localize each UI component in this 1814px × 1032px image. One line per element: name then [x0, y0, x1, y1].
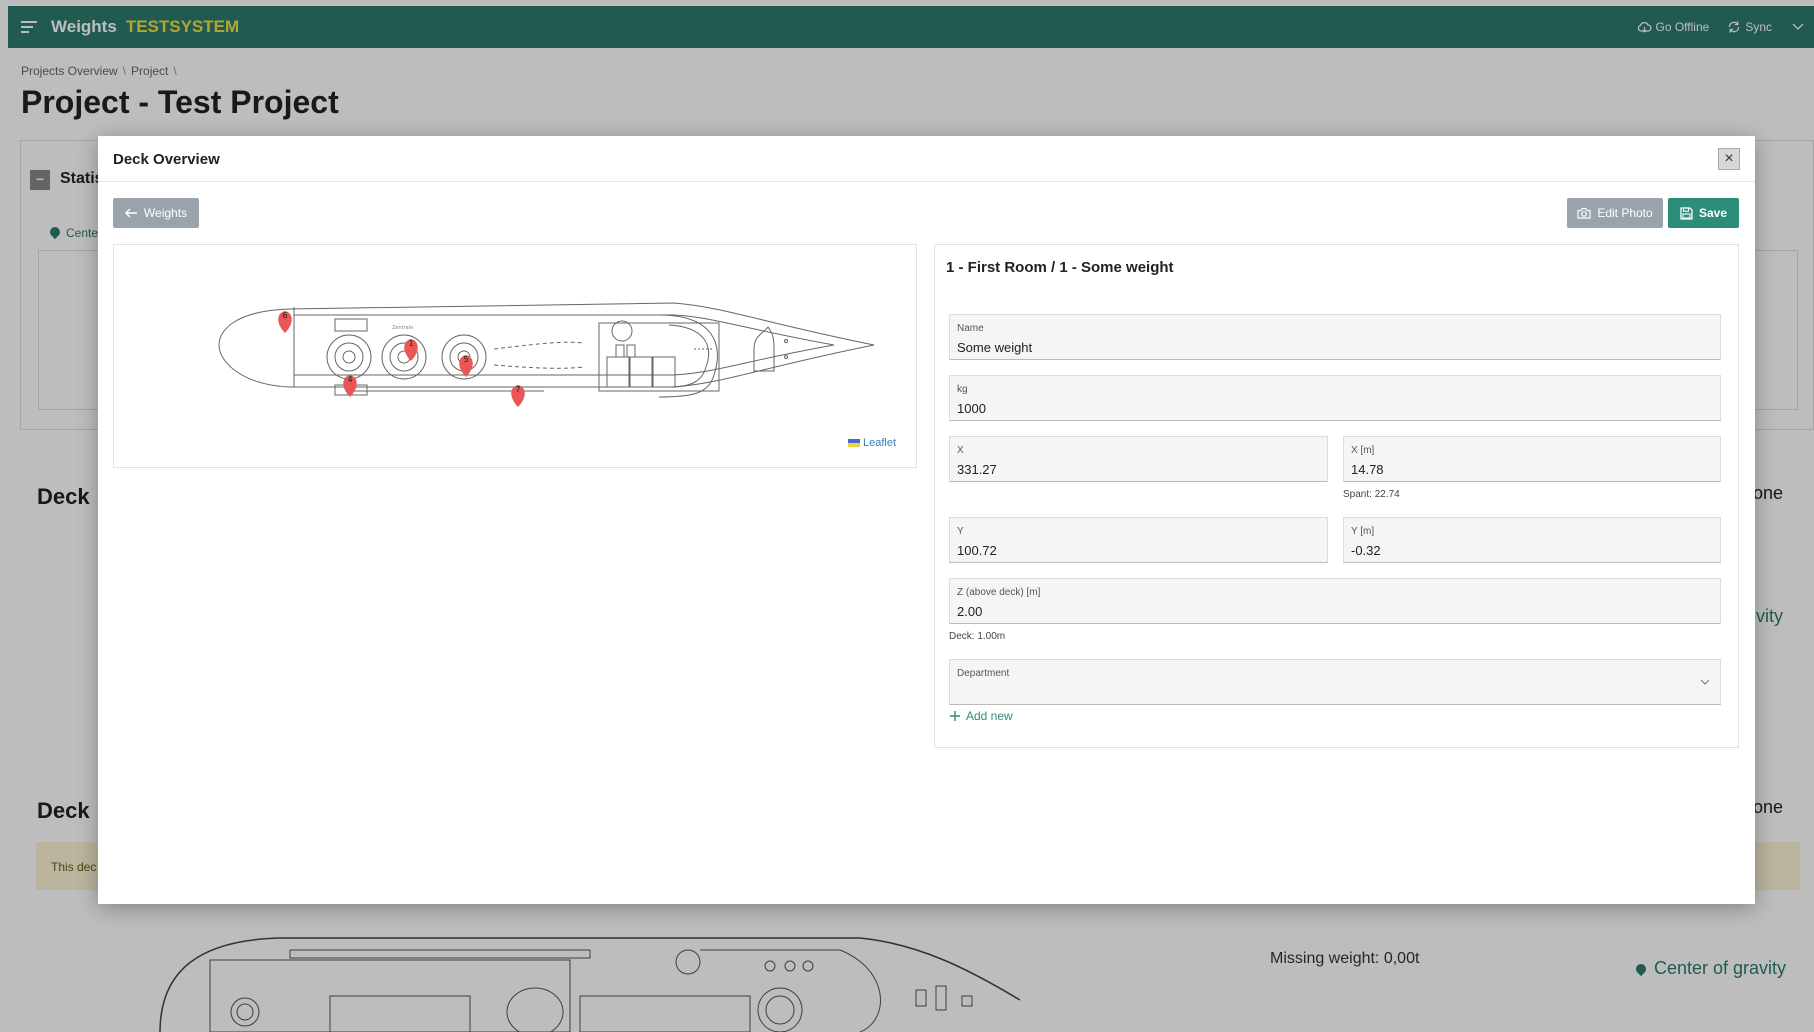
flag-icon: [847, 439, 860, 447]
save-icon: [1680, 206, 1693, 220]
edit-photo-label: Edit Photo: [1597, 206, 1653, 220]
svg-text:7: 7: [515, 385, 520, 394]
weight-marker-4[interactable]: 4: [343, 375, 357, 397]
arrow-left-icon: [124, 208, 137, 218]
back-to-weights-button[interactable]: Weights: [113, 198, 199, 228]
modal-title: Deck Overview: [113, 151, 220, 168]
y-field[interactable]: Y 100.72: [949, 517, 1328, 563]
svg-text:4: 4: [347, 375, 352, 384]
svg-text:6: 6: [282, 311, 287, 320]
kg-field-label: kg: [957, 384, 968, 395]
x-meters-value[interactable]: 14.78: [1351, 462, 1384, 477]
y-meters-field[interactable]: Y [m] -0.32: [1343, 517, 1721, 563]
spant-hint: Spant: 22.74: [1343, 489, 1400, 500]
leaflet-link[interactable]: Leaflet: [863, 437, 896, 449]
leaflet-attribution[interactable]: Leaflet: [847, 437, 896, 449]
department-label: Department: [957, 668, 1010, 679]
plus-icon: [950, 711, 960, 721]
deck-overview-modal: Deck Overview × Weights Edit Photo Save: [98, 136, 1755, 904]
weight-marker-7[interactable]: 7: [511, 385, 525, 407]
svg-text:5: 5: [463, 355, 468, 364]
weight-marker-5[interactable]: 5: [459, 355, 473, 377]
deck-plan-drawing: Zentrale 6 1 5 4 7: [218, 302, 875, 407]
y-field-label: Y: [957, 526, 964, 537]
form-title: 1 - First Room / 1 - Some weight: [946, 259, 1174, 276]
x-field[interactable]: X 331.27: [949, 436, 1328, 482]
x-field-label: X: [957, 445, 964, 456]
z-above-deck-field[interactable]: Z (above deck) [m] 2.00: [949, 578, 1721, 624]
kg-field[interactable]: kg 1000: [949, 375, 1721, 421]
z-field-value[interactable]: 2.00: [957, 604, 982, 619]
edit-photo-button[interactable]: Edit Photo: [1567, 198, 1663, 228]
name-field[interactable]: Name Some weight: [949, 314, 1721, 360]
deck-map[interactable]: Zentrale 6 1 5 4 7 Leaflet: [113, 244, 917, 468]
save-button[interactable]: Save: [1668, 198, 1739, 228]
modal-header: Deck Overview ×: [98, 136, 1755, 182]
back-button-label: Weights: [143, 206, 188, 220]
weight-edit-form: 1 - First Room / 1 - Some weight Name So…: [934, 244, 1739, 748]
svg-text:1: 1: [408, 339, 413, 348]
add-new-department-button[interactable]: Add new: [950, 709, 1013, 723]
close-icon[interactable]: ×: [1718, 148, 1740, 170]
department-select[interactable]: Department: [949, 659, 1721, 705]
add-new-label: Add new: [966, 709, 1013, 723]
camera-icon: [1577, 207, 1591, 219]
y-meters-value[interactable]: -0.32: [1351, 543, 1381, 558]
z-field-label: Z (above deck) [m]: [957, 587, 1041, 598]
weight-marker-1[interactable]: 1: [404, 339, 418, 361]
name-field-value[interactable]: Some weight: [957, 340, 1032, 355]
x-meters-label: X [m]: [1351, 445, 1375, 456]
weight-marker-6[interactable]: 6: [278, 311, 292, 333]
save-label: Save: [1698, 206, 1728, 220]
y-field-value[interactable]: 100.72: [957, 543, 997, 558]
x-field-value[interactable]: 331.27: [957, 462, 997, 477]
kg-field-value[interactable]: 1000: [957, 401, 986, 416]
y-meters-label: Y [m]: [1351, 526, 1375, 537]
x-meters-field[interactable]: X [m] 14.78: [1343, 436, 1721, 482]
deck-height-hint: Deck: 1.00m: [949, 631, 1006, 642]
chevron-down-icon[interactable]: [1700, 674, 1710, 688]
name-field-label: Name: [957, 323, 984, 334]
map-label-zentrale: Zentrale: [392, 325, 413, 331]
